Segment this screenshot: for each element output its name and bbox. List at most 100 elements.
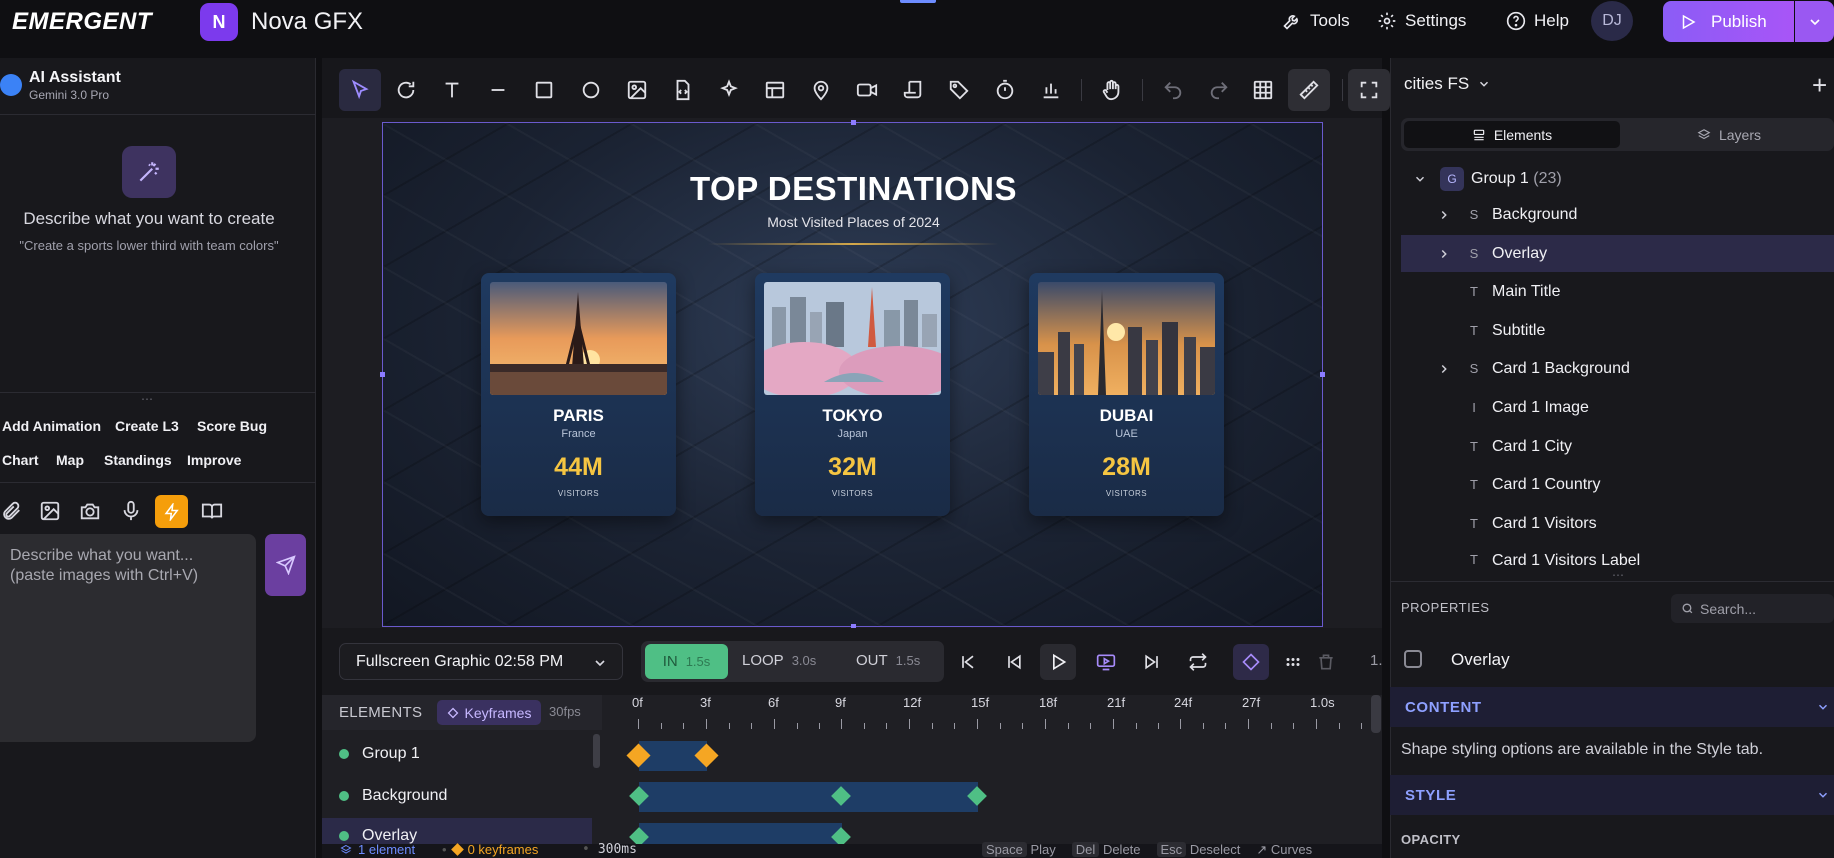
- destination-card-paris[interactable]: PARIS France 44M VISITORS: [481, 273, 676, 516]
- project-name[interactable]: Nova GFX: [251, 8, 363, 36]
- destination-card-dubai[interactable]: DUBAI UAE 28M VISITORS: [1029, 273, 1224, 516]
- camera-icon[interactable]: [79, 500, 101, 522]
- timeline-row-group-1[interactable]: Group 1: [322, 734, 592, 774]
- video-tool-button[interactable]: [846, 69, 888, 111]
- grip-icon[interactable]: ⋯: [1612, 568, 1624, 582]
- chip-map[interactable]: Map: [56, 452, 84, 468]
- tools-button[interactable]: Tools: [1282, 8, 1350, 34]
- tab-layers[interactable]: Layers: [1624, 121, 1834, 148]
- visibility-dot[interactable]: [339, 831, 349, 841]
- layer-row-main-title[interactable]: T Main Title: [1401, 273, 1834, 310]
- assistant-model[interactable]: Gemini 3.0 Pro: [29, 88, 109, 102]
- layer-row-card-1-visitors[interactable]: T Card 1 Visitors: [1401, 505, 1834, 542]
- track-bar-overlay[interactable]: [639, 823, 842, 844]
- undo-button[interactable]: [1152, 69, 1194, 111]
- chevron-right-icon[interactable]: [1437, 362, 1451, 376]
- chip-create-l3[interactable]: Create L3: [115, 418, 179, 434]
- chip-add-animation[interactable]: Add Animation: [2, 418, 101, 434]
- add-icon[interactable]: +: [1812, 70, 1827, 101]
- delete-button[interactable]: [1308, 644, 1344, 680]
- visibility-dot[interactable]: [339, 749, 349, 759]
- scene-select[interactable]: Fullscreen Graphic 02:58 PM: [339, 643, 623, 680]
- rectangle-tool-button[interactable]: [523, 69, 565, 111]
- graphic-main-title[interactable]: TOP DESTINATIONS: [383, 170, 1322, 208]
- chip-improve[interactable]: Improve: [187, 452, 241, 468]
- layer-row-card-1-image[interactable]: I Card 1 Image: [1401, 389, 1834, 426]
- ticker-tool-button[interactable]: [892, 69, 934, 111]
- ellipse-tool-button[interactable]: [570, 69, 612, 111]
- lightning-icon[interactable]: [155, 495, 188, 528]
- text-tool-button[interactable]: [431, 69, 473, 111]
- tab-elements[interactable]: Elements: [1404, 121, 1620, 148]
- timer-tool-button[interactable]: [984, 69, 1026, 111]
- image-tool-button[interactable]: [616, 69, 658, 111]
- pan-tool-button[interactable]: [1091, 69, 1133, 111]
- layer-row-card-1-city[interactable]: T Card 1 City: [1401, 428, 1834, 465]
- table-tool-button[interactable]: [754, 69, 796, 111]
- selected-element-name[interactable]: Overlay: [1451, 650, 1510, 670]
- graphic-subtitle[interactable]: Most Visited Places of 2024: [383, 214, 1322, 230]
- phase-loop-button[interactable]: LOOP 3.0s: [742, 652, 816, 669]
- settings-button[interactable]: Settings: [1377, 8, 1466, 34]
- step-forward-button[interactable]: [1134, 644, 1170, 680]
- content-section-header[interactable]: CONTENT: [1390, 687, 1834, 727]
- resize-handle-right[interactable]: [1320, 372, 1325, 377]
- style-section-header[interactable]: STYLE: [1390, 775, 1834, 815]
- user-avatar[interactable]: DJ: [1591, 1, 1633, 41]
- line-tool-button[interactable]: [477, 69, 519, 111]
- elements-scrollbar[interactable]: [593, 734, 600, 768]
- send-button[interactable]: [265, 534, 306, 596]
- code-tool-button[interactable]: [662, 69, 704, 111]
- go-to-start-button[interactable]: [950, 644, 986, 680]
- select-tool-button[interactable]: [339, 69, 381, 111]
- project-badge[interactable]: N: [200, 3, 238, 41]
- resize-handle-top[interactable]: [851, 120, 856, 125]
- more-options-button[interactable]: [1275, 644, 1311, 680]
- visibility-dot[interactable]: [339, 791, 349, 801]
- map-pin-tool-button[interactable]: [800, 69, 842, 111]
- curves-toggle[interactable]: ↗ Curves: [1256, 842, 1312, 858]
- chip-chart[interactable]: Chart: [2, 452, 39, 468]
- preview-button[interactable]: [1088, 644, 1124, 680]
- publish-menu-button[interactable]: [1795, 1, 1834, 42]
- paperclip-icon[interactable]: [0, 500, 22, 522]
- layer-row-card-1-background[interactable]: S Card 1 Background: [1401, 350, 1834, 387]
- grip-icon[interactable]: ⋯: [141, 392, 153, 406]
- fullscreen-button[interactable]: [1348, 69, 1390, 111]
- layer-row-background[interactable]: S Background: [1401, 196, 1834, 233]
- keyframe-mode-button[interactable]: [1233, 644, 1269, 680]
- track-bar-background[interactable]: [639, 782, 978, 812]
- graphic-stage[interactable]: TOP DESTINATIONS Most Visited Places of …: [382, 122, 1323, 627]
- chart-tool-button[interactable]: [1030, 69, 1072, 111]
- properties-search[interactable]: Search...: [1671, 594, 1834, 623]
- tree-group-row[interactable]: G Group 1 (23): [1401, 160, 1834, 197]
- grid-toggle-button[interactable]: [1242, 69, 1284, 111]
- book-icon[interactable]: [201, 500, 223, 522]
- keyframes-toggle[interactable]: Keyframes: [437, 700, 541, 725]
- playback-speed[interactable]: 1.: [1370, 652, 1383, 669]
- chip-standings[interactable]: Standings: [104, 452, 172, 468]
- layer-row-card-1-country[interactable]: T Card 1 Country: [1401, 466, 1834, 503]
- chevron-down-icon[interactable]: [1413, 172, 1427, 186]
- chevron-right-icon[interactable]: [1437, 247, 1451, 261]
- prompt-input[interactable]: Describe what you want... (paste images …: [0, 534, 256, 742]
- phase-out-button[interactable]: OUT 1.5s: [856, 652, 920, 669]
- tag-tool-button[interactable]: [938, 69, 980, 111]
- composition-select[interactable]: cities FS: [1404, 74, 1491, 94]
- resize-handle[interactable]: [0, 392, 316, 393]
- timeline-row-overlay[interactable]: Overlay: [322, 818, 592, 844]
- ruler-toggle-button[interactable]: [1288, 69, 1330, 111]
- chevron-right-icon[interactable]: [1437, 208, 1451, 222]
- step-back-button[interactable]: [996, 644, 1032, 680]
- timeline-scrollbar[interactable]: [1371, 695, 1381, 733]
- effects-tool-button[interactable]: [708, 69, 750, 111]
- resize-handle-left[interactable]: [380, 372, 385, 377]
- timeline-row-background[interactable]: Background: [322, 776, 592, 816]
- loop-toggle-button[interactable]: [1180, 644, 1216, 680]
- layer-row-overlay[interactable]: S Overlay: [1401, 235, 1834, 272]
- phase-in-button[interactable]: IN 1.5s: [645, 644, 728, 679]
- help-button[interactable]: Help: [1506, 8, 1569, 34]
- chip-score-bug[interactable]: Score Bug: [197, 418, 267, 434]
- play-button[interactable]: [1040, 644, 1076, 680]
- layer-row-subtitle[interactable]: T Subtitle: [1401, 312, 1834, 349]
